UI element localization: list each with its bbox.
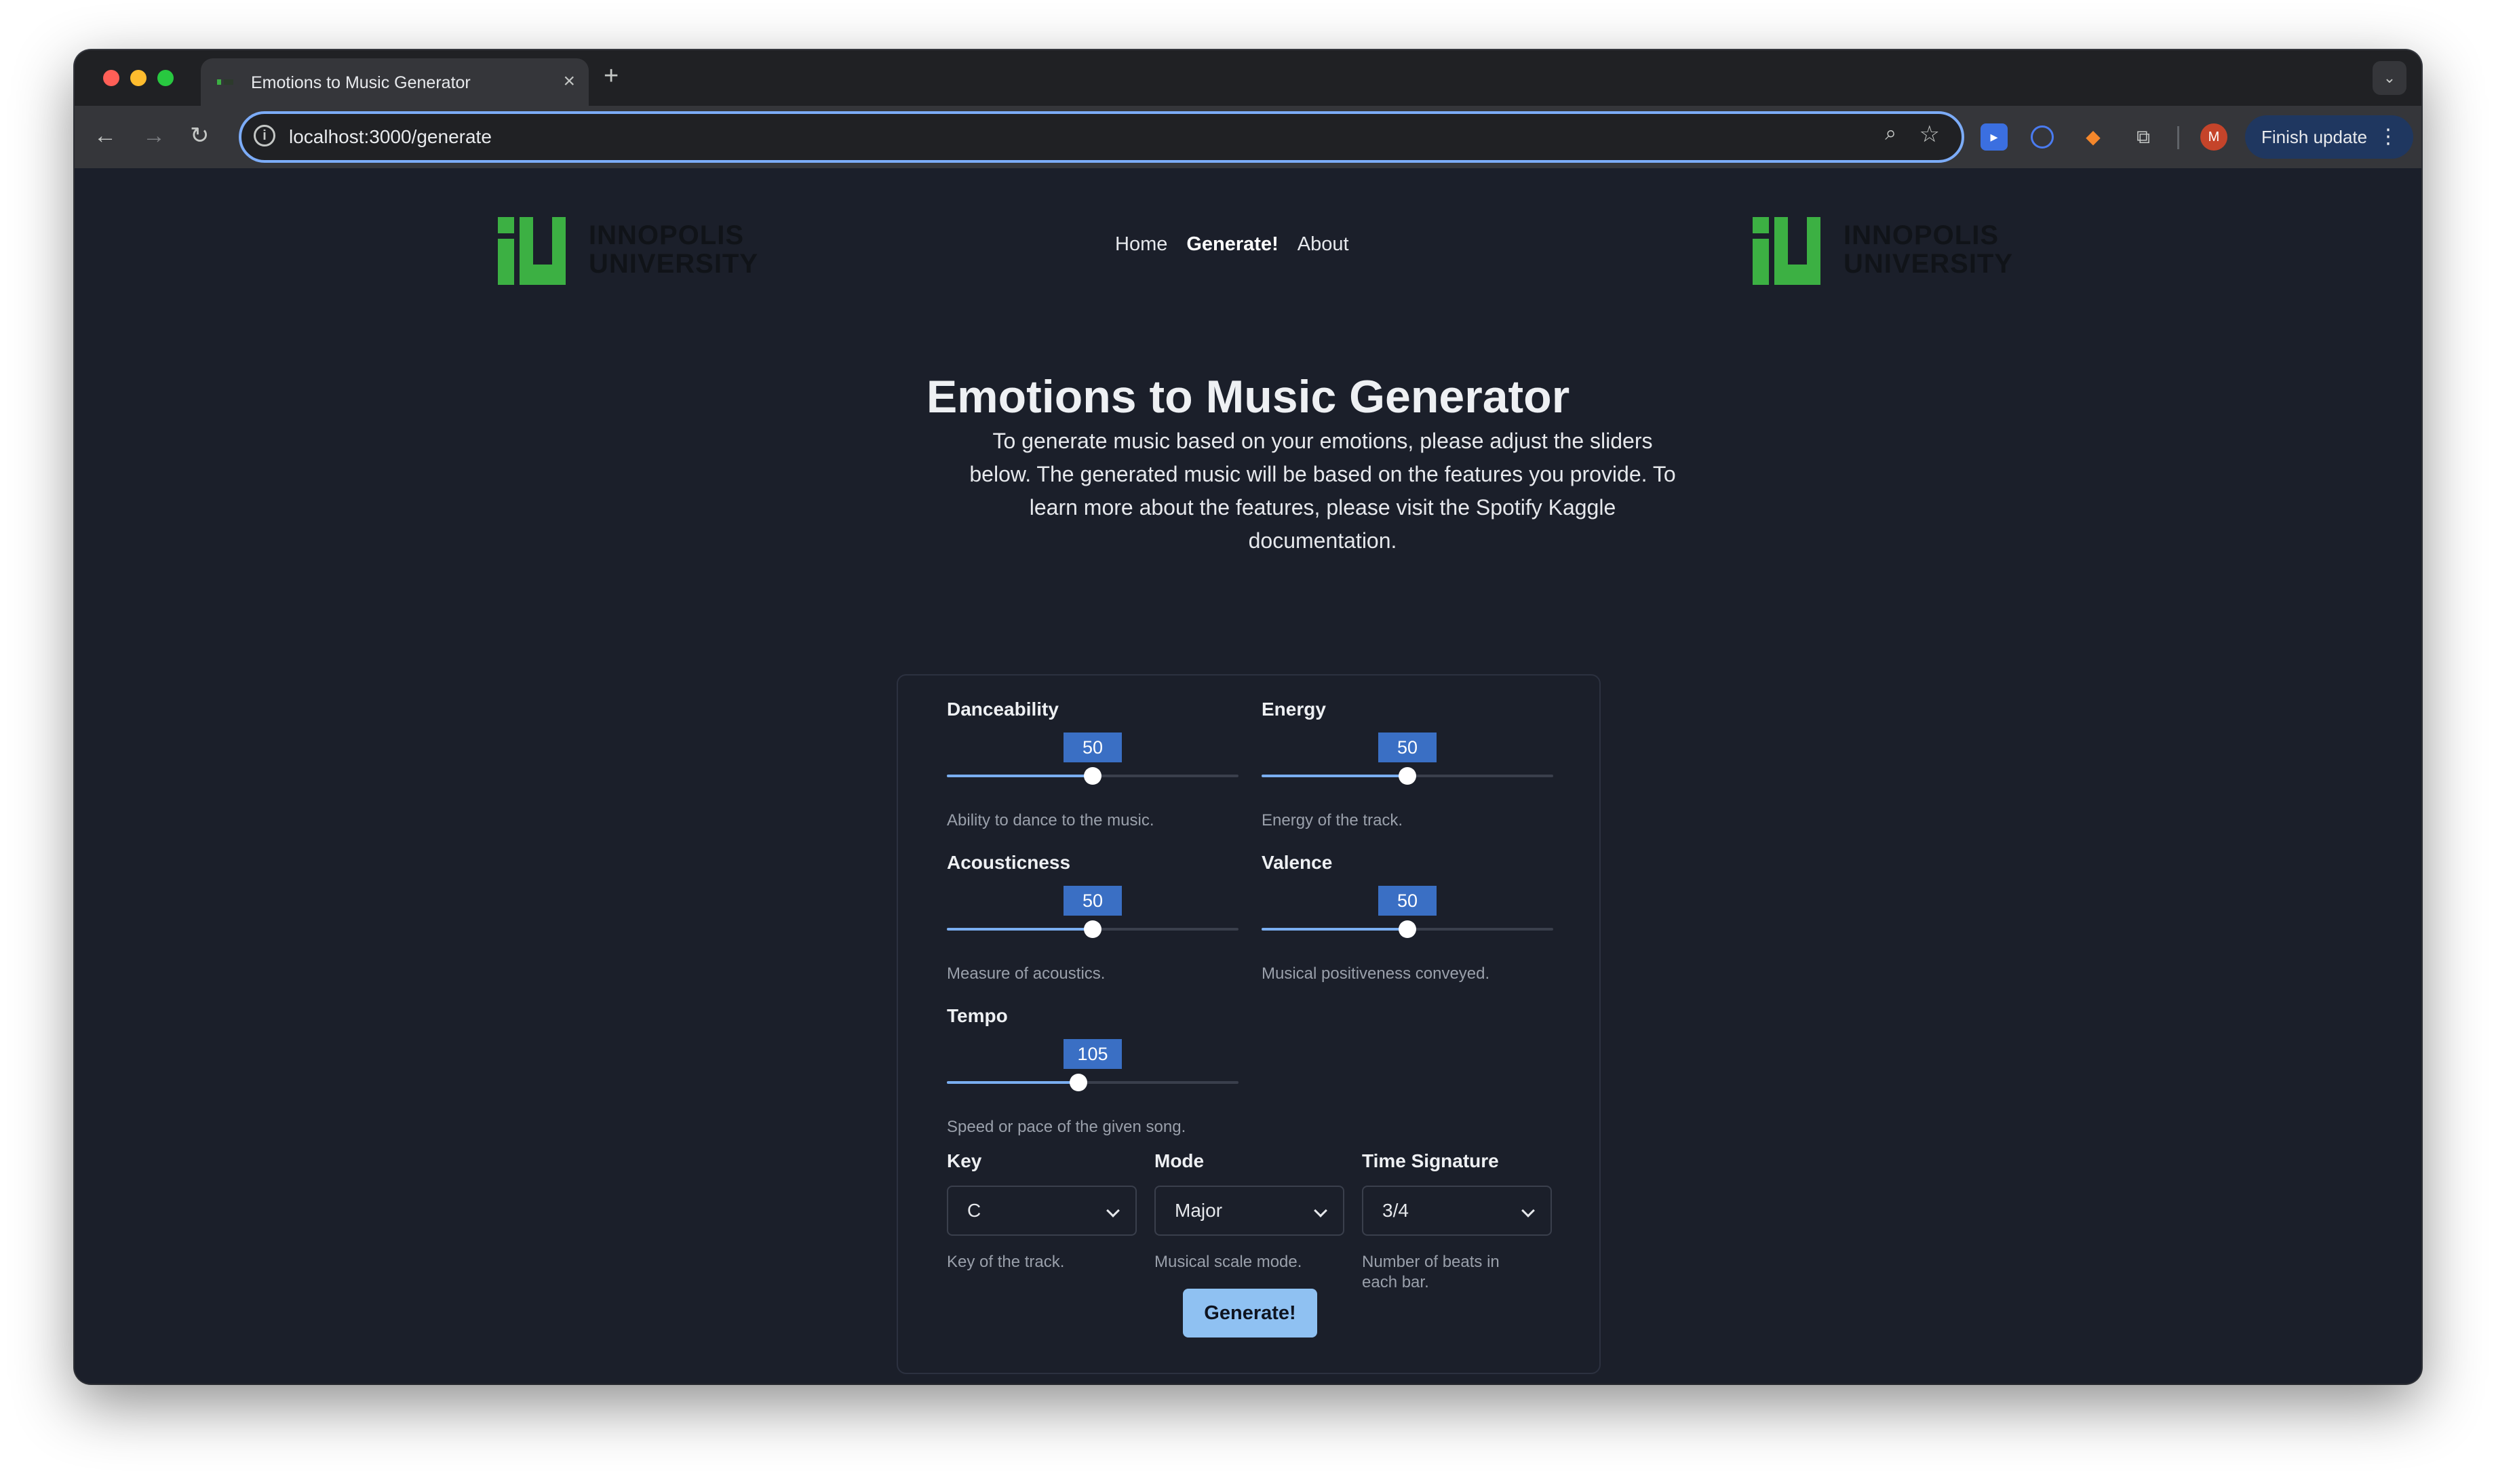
select-help-text: Musical scale mode. bbox=[1154, 1253, 1302, 1271]
slider-help-text: Speed or pace of the given song. bbox=[947, 1118, 1186, 1136]
slider-label: Acousticness bbox=[947, 852, 1071, 873]
extension-fox-icon[interactable]: ◆ bbox=[2080, 123, 2107, 151]
logo-line-1: INNOPOLIS bbox=[1844, 220, 2000, 250]
extension-circle-icon[interactable] bbox=[2031, 125, 2054, 149]
slider-value-badge: 50 bbox=[1064, 733, 1122, 762]
reload-icon[interactable]: ↻ bbox=[190, 121, 210, 151]
browser-window: Emotions to Music Generator × + ⌄ ← → ↻ … bbox=[75, 50, 2421, 1384]
bookmark-star-icon[interactable]: ☆ bbox=[1919, 121, 1940, 148]
slider-thumb[interactable] bbox=[1399, 767, 1416, 785]
select-label: Time Signature bbox=[1362, 1150, 1499, 1171]
select-value: Major bbox=[1175, 1200, 1223, 1221]
slider-value-badge: 50 bbox=[1378, 886, 1437, 916]
slider-fill bbox=[1262, 775, 1407, 777]
time-signature-select[interactable]: 3/4 bbox=[1362, 1186, 1552, 1236]
nav-about[interactable]: About bbox=[1298, 233, 1349, 256]
select-help-text: Number of beats in each bar. bbox=[1362, 1253, 1500, 1291]
select-help-text: Key of the track. bbox=[947, 1253, 1065, 1271]
maximize-window-button[interactable] bbox=[157, 70, 174, 86]
slider-help-text: Measure of acoustics. bbox=[947, 964, 1106, 983]
slider-value-badge: 105 bbox=[1064, 1039, 1122, 1069]
close-window-button[interactable] bbox=[103, 70, 119, 86]
url-text[interactable]: localhost:3000/generate bbox=[289, 126, 492, 148]
slider-help-text: Musical positiveness conveyed. bbox=[1262, 964, 1490, 983]
page-intro: To generate music based on your emotions… bbox=[969, 429, 1676, 553]
generator-form: Danceability 50 Ability to dance to the … bbox=[897, 674, 1601, 1374]
extension-cursor-icon[interactable]: ▸ bbox=[1981, 123, 2008, 151]
close-icon[interactable]: × bbox=[563, 69, 575, 94]
slider-label: Energy bbox=[1262, 699, 1326, 720]
extensions-puzzle-icon[interactable]: ⧉ bbox=[2130, 123, 2157, 151]
slider-thumb[interactable] bbox=[1070, 1074, 1087, 1091]
chevron-down-icon bbox=[1106, 1204, 1120, 1217]
site-info-icon[interactable]: i bbox=[254, 125, 275, 147]
iu-logo-icon bbox=[498, 217, 566, 285]
more-vert-icon: ⋮ bbox=[2378, 125, 2398, 148]
logo-line-1: INNOPOLIS bbox=[589, 220, 745, 250]
address-bar[interactable]: i localhost:3000/generate ⌕ ☆ bbox=[239, 111, 1964, 163]
browser-toolbar: ← → ↻ i localhost:3000/generate ⌕ ☆ ▸ ◆ … bbox=[75, 106, 2421, 168]
main-nav: Home Generate! About bbox=[1115, 233, 1349, 256]
danceability-slider[interactable] bbox=[947, 767, 1239, 785]
slider-thumb[interactable] bbox=[1084, 767, 1101, 785]
tab-search-icon[interactable]: ⌄ bbox=[2373, 61, 2406, 95]
forward-arrow-icon[interactable]: → bbox=[142, 121, 165, 151]
finish-update-label: Finish update bbox=[2261, 127, 2368, 147]
select-value: 3/4 bbox=[1382, 1200, 1409, 1221]
back-arrow-icon[interactable]: ← bbox=[94, 121, 117, 151]
slider-fill bbox=[947, 1081, 1078, 1084]
slider-fill bbox=[947, 775, 1093, 777]
select-label: Key bbox=[947, 1150, 982, 1171]
slider-thumb[interactable] bbox=[1084, 920, 1101, 938]
new-tab-button[interactable]: + bbox=[604, 61, 619, 91]
toolbar-divider bbox=[2177, 126, 2179, 149]
nav-generate[interactable]: Generate! bbox=[1186, 233, 1278, 256]
slider-label: Danceability bbox=[947, 699, 1059, 720]
page-title: Emotions to Music Generator bbox=[926, 371, 1570, 423]
slider-help-text: Ability to dance to the music. bbox=[947, 811, 1154, 829]
chevron-down-icon bbox=[1314, 1204, 1327, 1217]
tab-strip: Emotions to Music Generator × + ⌄ bbox=[75, 50, 2421, 106]
slider-help-text: Energy of the track. bbox=[1262, 811, 1403, 829]
select-value: C bbox=[967, 1200, 981, 1221]
slider-fill bbox=[947, 928, 1093, 931]
slider-thumb[interactable] bbox=[1399, 920, 1416, 938]
finish-update-button[interactable]: Finish update ⋮ bbox=[2245, 115, 2413, 159]
favicon-icon bbox=[217, 77, 236, 87]
slider-value-badge: 50 bbox=[1064, 886, 1122, 916]
logo-text: INNOPOLIS UNIVERSITY bbox=[589, 221, 758, 278]
logo-line-2: UNIVERSITY bbox=[589, 249, 759, 279]
browser-tab[interactable]: Emotions to Music Generator × bbox=[201, 58, 589, 106]
university-logo-left[interactable]: INNOPOLIS UNIVERSITY bbox=[498, 217, 758, 285]
university-logo-right[interactable]: INNOPOLIS UNIVERSITY bbox=[1753, 217, 2012, 285]
generate-button[interactable]: Generate! bbox=[1183, 1289, 1317, 1337]
nav-home[interactable]: Home bbox=[1115, 233, 1167, 256]
select-label: Mode bbox=[1154, 1150, 1205, 1171]
tempo-slider[interactable] bbox=[947, 1074, 1239, 1091]
slider-value-badge: 50 bbox=[1378, 733, 1437, 762]
mode-select[interactable]: Major bbox=[1154, 1186, 1344, 1236]
slider-label: Valence bbox=[1262, 852, 1333, 873]
logo-line-2: UNIVERSITY bbox=[1844, 249, 2014, 279]
page-content: INNOPOLIS UNIVERSITY Home Generate! Abou… bbox=[75, 168, 2421, 1384]
energy-slider[interactable] bbox=[1262, 767, 1553, 785]
minimize-window-button[interactable] bbox=[130, 70, 147, 86]
profile-avatar[interactable]: M bbox=[2200, 123, 2227, 151]
zoom-icon[interactable]: ⌕ bbox=[1885, 122, 1896, 145]
iu-logo-icon bbox=[1753, 217, 1820, 285]
acousticness-slider[interactable] bbox=[947, 920, 1239, 938]
slider-label: Tempo bbox=[947, 1005, 1008, 1026]
valence-slider[interactable] bbox=[1262, 920, 1553, 938]
logo-text: INNOPOLIS UNIVERSITY bbox=[1844, 221, 2013, 278]
chevron-down-icon bbox=[1521, 1204, 1535, 1217]
key-select[interactable]: C bbox=[947, 1186, 1137, 1236]
slider-fill bbox=[1262, 928, 1407, 931]
tab-title: Emotions to Music Generator bbox=[251, 73, 471, 92]
